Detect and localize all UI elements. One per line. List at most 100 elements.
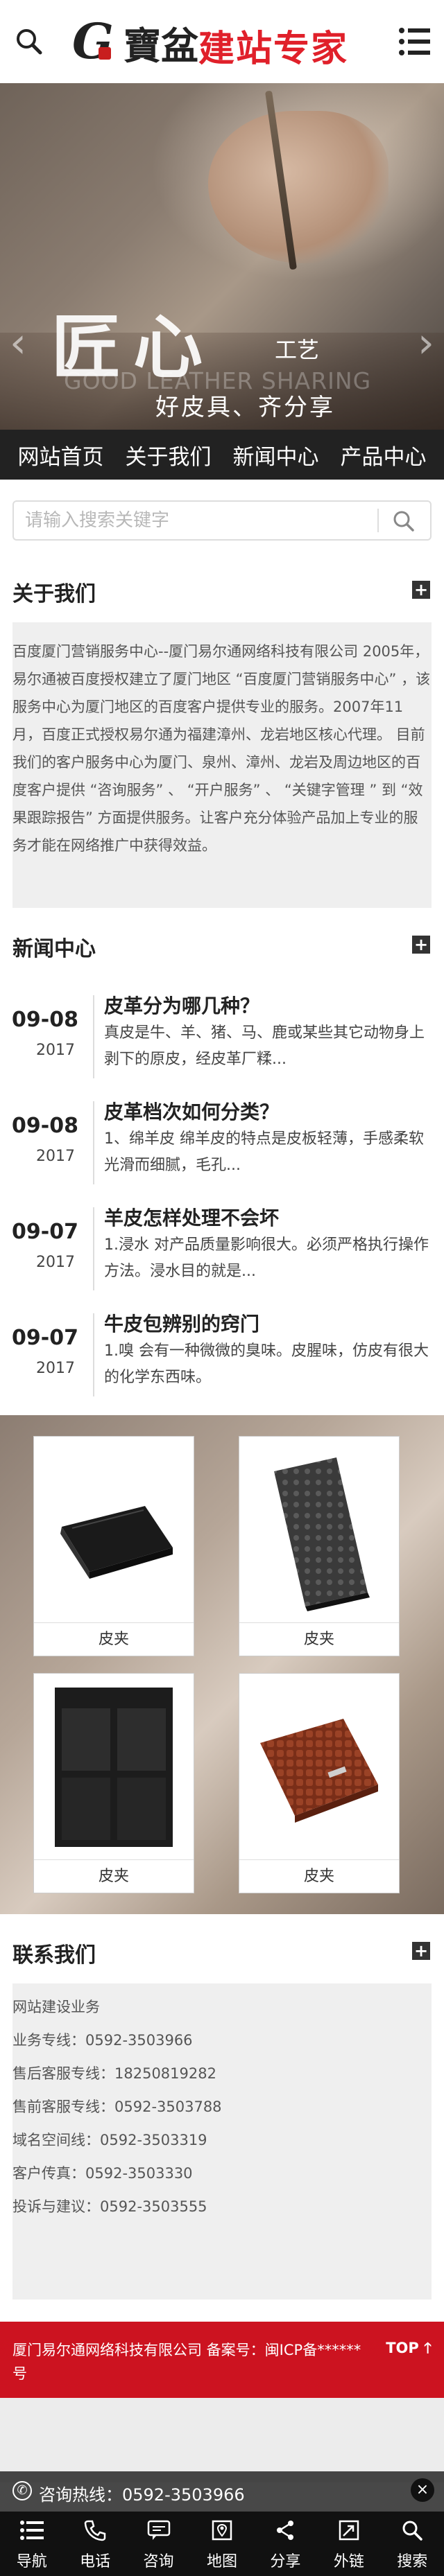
contact-more-icon[interactable]: + [412,1942,430,1960]
news-excerpt: 1.浸水 对产品质量影响很大。必须严格执行操作方法。浸水目的就是... [104,1236,429,1280]
search-submit-icon[interactable] [390,507,418,535]
contact-line: 业务专线：0592-3503966 [12,2032,193,2049]
map-icon [190,2512,253,2549]
tab-label: 咨询 [143,2553,174,2570]
nav-about[interactable]: 关于我们 [126,439,212,471]
about-content: 百度厦门营销服务中心--厦门易尔通网络科技有限公司 2005年，易尔通被百度授权… [12,622,432,908]
back-to-top-button[interactable]: TOP 🡑 [386,2338,432,2363]
news-title-link[interactable]: 皮革档次如何分类？ [104,1097,279,1125]
news-excerpt: 1.嗅 会有一种微微的臭味。皮腥味，仿皮有很大的化学东西味。 [104,1342,429,1386]
search-icon[interactable] [12,25,46,58]
list-icon [0,2512,63,2549]
search-icon [381,2512,444,2549]
news-date-year: 2017 [36,1042,75,1059]
search-input[interactable] [14,502,361,539]
news-item[interactable]: 09-07 2017 羊皮怎样处理不会坏 1.浸水 对产品质量影响很大。必须严格… [0,1189,444,1295]
tab-phone[interactable]: 电话 [63,2512,126,2576]
product-caption: 皮夹 [34,1622,194,1656]
tab-label: 搜索 [397,2553,428,2570]
site-header: G 寶盆 建站专家 [0,0,444,83]
news-divider [93,1207,94,1290]
about-paragraph: 百度厦门营销服务中心--厦门易尔通网络科技有限公司 2005年，易尔通被百度授权… [12,643,431,854]
site-logo[interactable]: G 寶盆 建站专家 [69,10,375,73]
news-date: 09-07 2017 [0,1220,90,1271]
about-section-header: 关于我们 + [0,553,444,622]
logo-letter: G [72,12,114,70]
product-caption: 皮夹 [34,1859,194,1893]
hotline-label: 咨询热线：0592-3503966 [39,2485,245,2505]
contact-content: 网站建设业务 业务专线：0592-3503966 售后客服专线：18250819… [12,1983,432,2299]
news-excerpt: 真皮是牛、羊、猪、马、鹿或某些其它动物身上剥下的原皮，经皮革厂糅... [104,1024,425,1068]
news-divider [93,995,94,1078]
phone-icon [63,2512,126,2549]
news-item[interactable]: 09-08 2017 皮革档次如何分类？ 1、绵羊皮 绵羊皮的特点是皮板轻薄，手… [0,1083,444,1189]
back-to-top-label: TOP [386,2340,419,2356]
phone-icon: ✆ [12,2481,32,2500]
tab-nav[interactable]: 导航 [0,2512,63,2576]
news-more-icon[interactable]: + [412,936,430,954]
hotline-bar[interactable]: ✆ 咨询热线：0592-3503966 × [0,2471,444,2512]
news-date: 09-07 2017 [0,1326,90,1377]
news-item[interactable]: 09-08 2017 皮革分为哪几种？ 真皮是牛、羊、猪、马、鹿或某些其它动物身… [0,977,444,1083]
product-image [41,1681,187,1854]
news-section-header: 新闻中心 + [0,908,444,977]
hero-banner: ‹ › 匠心 工艺 GOOD LEATHER SHARING 好皮具、齐分享 [0,83,444,430]
site-footer: 厦门易尔通网络科技有限公司 备案号：闽ICP备******号 TOP 🡑 [0,2322,444,2398]
bottom-tabbar: 导航 电话 咨询 地图 分享 外链 搜索 [0,2512,444,2576]
nav-news[interactable]: 新闻中心 [233,439,319,471]
contact-line: 客户传真：0592-3503330 [12,2165,193,2182]
bottom-spacer [0,2398,444,2482]
news-date-year: 2017 [36,1148,75,1165]
share-icon [254,2512,317,2549]
product-card[interactable]: 皮夹 [33,1673,194,1893]
logo-slogan: 建站专家 [198,28,349,70]
tab-search[interactable]: 搜索 [381,2512,444,2576]
about-more-icon[interactable]: + [412,581,430,599]
product-card[interactable]: 皮夹 [239,1673,400,1893]
contact-title: 联系我们 [12,1943,96,1968]
contact-line: 网站建设业务 [12,1999,100,2015]
tab-link[interactable]: 外链 [317,2512,380,2576]
tab-label: 外链 [333,2553,364,2570]
news-title-link[interactable]: 牛皮包辨别的窍门 [104,1309,259,1337]
tab-share[interactable]: 分享 [254,2512,317,2576]
news-item[interactable]: 09-07 2017 牛皮包辨别的窍门 1.嗅 会有一种微微的臭味。皮腥味，仿皮… [0,1295,444,1401]
contact-section-header: 联系我们 + [0,1914,444,1983]
products-section: 皮夹 皮夹 皮夹 皮夹 [0,1415,444,1914]
menu-icon[interactable] [398,26,432,57]
contact-line: 售后客服专线：18250819282 [12,2065,216,2082]
news-title-link[interactable]: 皮革分为哪几种？ [104,991,259,1019]
nav-home[interactable]: 网站首页 [18,439,104,471]
news-excerpt: 1、绵羊皮 绵羊皮的特点是皮板轻薄，手感柔软光滑而细腻，毛孔... [104,1130,424,1174]
news-date-year: 2017 [36,1360,75,1377]
contact-line: 投诉与建议：0592-3503555 [12,2198,207,2215]
news-date-md: 09-07 [12,1326,78,1350]
news-date: 09-08 2017 [0,1008,90,1059]
tab-label: 地图 [206,2553,237,2570]
search-divider [377,509,379,532]
logo-brand: 寶盆 [123,24,198,68]
tab-label: 分享 [270,2553,301,2570]
footer-copyright: 厦门易尔通网络科技有限公司 备案号：闽ICP备******号 [12,2342,361,2382]
chat-icon [127,2512,190,2549]
news-divider [93,1101,94,1184]
product-card[interactable]: 皮夹 [33,1436,194,1656]
carousel-next-icon[interactable]: › [418,319,434,367]
news-date: 09-08 2017 [0,1114,90,1165]
news-title-link[interactable]: 羊皮怎样处理不会坏 [104,1203,279,1231]
main-nav: 网站首页 关于我们 新闻中心 产品中心 [0,430,444,480]
about-title: 关于我们 [12,582,96,606]
carousel-prev-icon[interactable]: ‹ [10,319,26,367]
nav-products[interactable]: 产品中心 [341,439,427,471]
product-image [246,1444,392,1617]
product-caption: 皮夹 [239,1859,399,1893]
product-image [41,1444,187,1617]
tab-map[interactable]: 地图 [190,2512,253,2576]
tab-chat[interactable]: 咨询 [127,2512,190,2576]
close-icon[interactable]: × [411,2478,434,2502]
contact-line: 售前客服专线：0592-3503788 [12,2099,222,2115]
news-date-md: 09-08 [12,1114,78,1138]
news-list: 09-08 2017 皮革分为哪几种？ 真皮是牛、羊、猪、马、鹿或某些其它动物身… [0,977,444,1408]
news-divider [93,1313,94,1396]
product-card[interactable]: 皮夹 [239,1436,400,1656]
